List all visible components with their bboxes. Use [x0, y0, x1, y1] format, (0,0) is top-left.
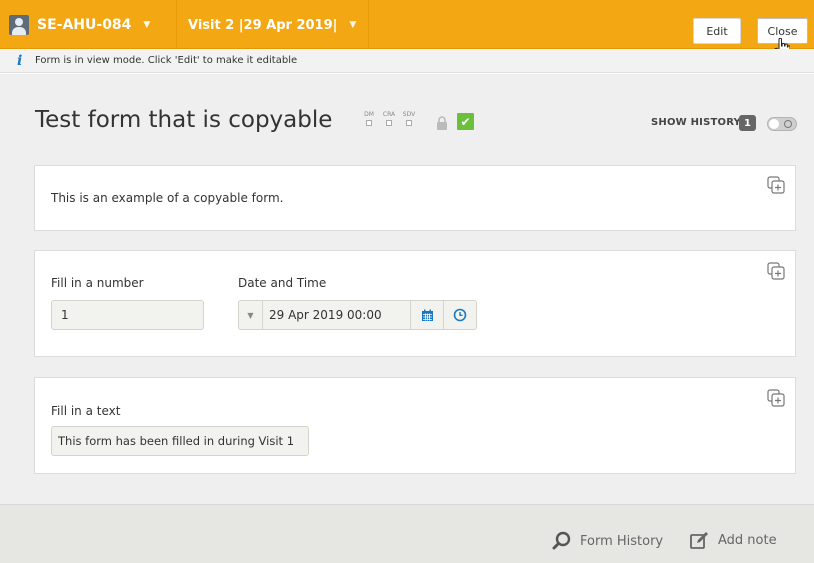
copy-icon[interactable] — [767, 389, 785, 407]
lock-icon[interactable] — [436, 116, 448, 130]
edit-note-icon — [690, 532, 708, 549]
text-field[interactable]: This form has been filled in during Visi… — [51, 426, 309, 456]
visit-label: Visit 2 |29 Apr 2019| — [188, 17, 338, 33]
flag-sdv[interactable]: SDV — [402, 111, 416, 126]
visit-dropdown-icon: ▼ — [349, 20, 357, 30]
number-field[interactable]: 1 — [51, 300, 204, 330]
form-footer: Form History Add note — [0, 504, 814, 563]
datetime-value[interactable]: 29 Apr 2019 00:00 — [262, 300, 411, 330]
show-history-label: SHOW HISTORY — [651, 117, 741, 128]
flag-dm[interactable]: DM — [362, 111, 376, 126]
history-count-badge: 1 — [739, 115, 756, 131]
completed-check-icon: ✔ — [457, 113, 474, 130]
search-icon — [552, 531, 571, 550]
flag-cra[interactable]: CRA — [382, 111, 396, 126]
copy-icon[interactable] — [767, 176, 785, 194]
datetime-label: Date and Time — [238, 276, 327, 290]
subject-selector[interactable]: SE-AHU-084 ▼ — [9, 10, 150, 40]
visit-selector[interactable]: Visit 2 |29 Apr 2019| ▼ — [188, 10, 356, 40]
subject-avatar-icon — [9, 15, 29, 35]
add-note-label: Add note — [718, 532, 777, 548]
flag-sdv-label: SDV — [402, 111, 416, 118]
datetime-field: ▼ 29 Apr 2019 00:00 — [238, 300, 478, 330]
info-icon: i — [17, 52, 23, 69]
info-text: Form is in view mode. Click 'Edit' to ma… — [35, 55, 298, 66]
datetime-dropdown-icon[interactable]: ▼ — [238, 300, 262, 330]
add-note-button[interactable]: Add note — [690, 531, 777, 549]
copy-icon[interactable] — [767, 262, 785, 280]
flag-dm-label: DM — [364, 111, 374, 118]
number-label: Fill in a number — [51, 276, 144, 290]
divider — [176, 0, 177, 49]
clock-icon — [453, 308, 467, 322]
calendar-button[interactable] — [411, 300, 444, 330]
clock-button[interactable] — [444, 300, 477, 330]
divider — [368, 0, 369, 49]
text-label: Fill in a text — [51, 404, 121, 418]
top-bar: SE-AHU-084 ▼ Visit 2 |29 Apr 2019| ▼ Edi… — [0, 0, 814, 58]
subject-label: SE-AHU-084 — [37, 17, 132, 33]
form-title: Test form that is copyable — [35, 107, 333, 133]
show-history-toggle[interactable] — [767, 117, 797, 131]
flag-cra-label: CRA — [382, 111, 396, 118]
form-history-label: Form History — [580, 533, 664, 549]
view-mode-infobar: i Form is in view mode. Click 'Edit' to … — [0, 49, 814, 73]
edit-button[interactable]: Edit — [693, 18, 741, 44]
review-flags: DM CRA SDV — [362, 111, 416, 126]
calendar-icon — [421, 309, 433, 321]
form-history-button[interactable]: Form History — [552, 531, 663, 551]
intro-text: This is an example of a copyable form. — [51, 191, 284, 205]
subject-dropdown-icon: ▼ — [143, 20, 151, 30]
